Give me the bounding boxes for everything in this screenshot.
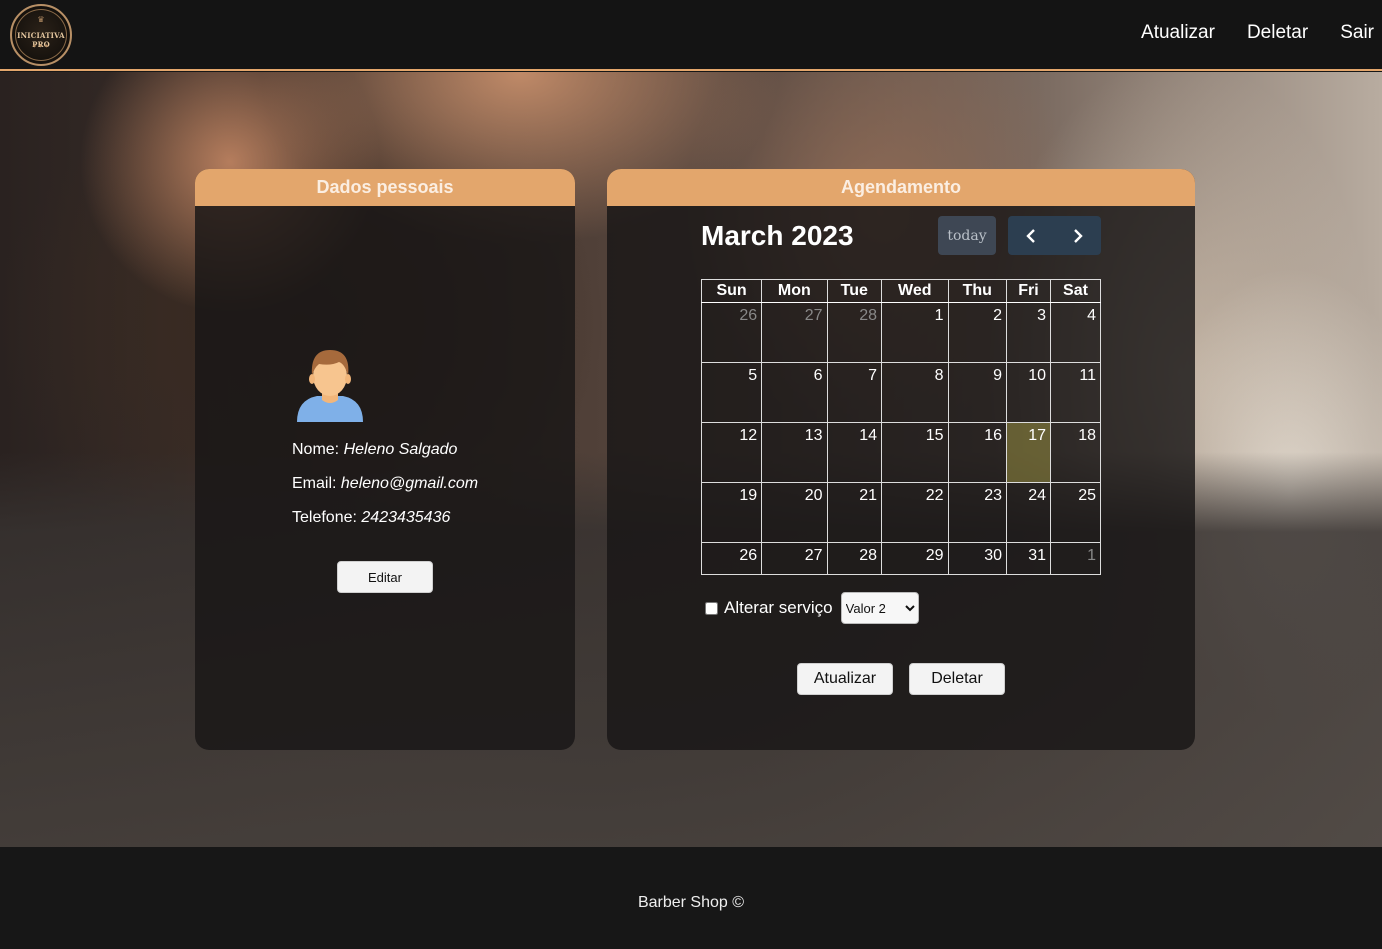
weekday-header: Sun: [700, 279, 763, 303]
calendar-day[interactable]: 12: [700, 422, 763, 483]
service-select[interactable]: Valor 2: [840, 592, 919, 624]
calendar-day[interactable]: 1: [881, 302, 949, 363]
calendar-day[interactable]: 29: [881, 542, 949, 575]
email-value: heleno@gmail.com: [340, 475, 479, 492]
calendar-day[interactable]: 9: [947, 362, 1008, 423]
calendar-week: 5 6 7 8 9 10 11: [700, 362, 1102, 423]
top-navbar: ♛ INICIATIVA PRO ✦✦✦ Atualizar Deletar S…: [0, 0, 1382, 71]
calendar-day[interactable]: 18: [1049, 422, 1102, 483]
change-service-checkbox[interactable]: [705, 601, 718, 615]
calendar-day[interactable]: 28: [826, 542, 883, 575]
nav-update-link[interactable]: Atualizar: [1141, 22, 1215, 44]
calendar-day[interactable]: 7: [826, 362, 883, 423]
calendar-day[interactable]: 31: [1006, 542, 1051, 575]
change-service-label: Alterar serviço: [724, 598, 833, 617]
weekday-header: Wed: [881, 279, 949, 303]
calendar-day[interactable]: 27: [761, 542, 828, 575]
user-avatar-icon: [297, 350, 363, 422]
calendar-nav: [1008, 216, 1101, 255]
edit-profile-button[interactable]: Editar: [337, 561, 433, 593]
calendar-day[interactable]: 16: [947, 422, 1008, 483]
name-value: Heleno Salgado: [343, 441, 458, 458]
prev-month-button[interactable]: [1008, 216, 1055, 255]
personal-data-panel: Dados pessoais Nome: Heleno Salgado Emai…: [195, 169, 575, 750]
weekday-header: Tue: [826, 279, 883, 303]
scheduling-panel: Agendamento March 2023 today Sun Mon Tue…: [607, 169, 1195, 750]
weekday-header: Fri: [1006, 279, 1051, 303]
scheduling-title: Agendamento: [607, 169, 1195, 206]
calendar-day[interactable]: 21: [826, 482, 883, 543]
calendar-week: 12 13 14 15 16 17 18: [700, 422, 1102, 483]
calendar-day[interactable]: 8: [881, 362, 949, 423]
crown-icon: ♛: [37, 15, 45, 24]
calendar-day[interactable]: 26: [700, 302, 763, 363]
weekday-header: Sat: [1049, 279, 1102, 303]
calendar-day[interactable]: 10: [1006, 362, 1051, 423]
nav-menu: Atualizar Deletar Sair: [1109, 22, 1374, 44]
calendar-day[interactable]: 3: [1006, 302, 1051, 363]
calendar-day[interactable]: 4: [1049, 302, 1102, 363]
calendar-day[interactable]: 2: [947, 302, 1008, 363]
calendar-day[interactable]: 26: [700, 542, 763, 575]
nav-logout-link[interactable]: Sair: [1340, 22, 1374, 44]
calendar-day[interactable]: 15: [881, 422, 949, 483]
calendar-day-today[interactable]: 17: [1006, 422, 1051, 483]
footer-copyright: Barber Shop ©: [637, 894, 745, 911]
weekday-header: Thu: [947, 279, 1008, 303]
calendar-day[interactable]: 11: [1049, 362, 1102, 423]
today-button[interactable]: today: [938, 216, 996, 255]
chevron-left-icon: [1026, 228, 1036, 243]
delete-appointment-button[interactable]: Deletar: [909, 663, 1005, 695]
calendar-day[interactable]: 13: [761, 422, 828, 483]
calendar-day[interactable]: 30: [947, 542, 1008, 575]
weekday-header: Mon: [761, 279, 828, 303]
profile-email-row: Email: heleno@gmail.com: [292, 475, 478, 493]
calendar-day[interactable]: 14: [826, 422, 883, 483]
calendar-day[interactable]: 27: [761, 302, 828, 363]
calendar-day[interactable]: 25: [1049, 482, 1102, 543]
calendar-day[interactable]: 28: [826, 302, 883, 363]
calendar-week: 26 27 28 29 30 31 1: [700, 542, 1102, 575]
nav-delete-link[interactable]: Deletar: [1247, 22, 1308, 44]
profile-name-row: Nome: Heleno Salgado: [292, 441, 457, 459]
next-month-button[interactable]: [1055, 216, 1102, 255]
phone-label: Telefone:: [292, 509, 357, 526]
service-row: Alterar serviço Valor 2: [705, 592, 919, 624]
name-label: Nome:: [292, 441, 340, 458]
calendar-day[interactable]: 20: [761, 482, 828, 543]
ornament-icon: ✦✦✦: [31, 44, 51, 50]
barbershop-logo[interactable]: ♛ INICIATIVA PRO ✦✦✦: [10, 4, 72, 66]
chevron-right-icon: [1073, 228, 1083, 243]
phone-value: 2423435436: [361, 509, 451, 526]
email-label: Email:: [292, 475, 337, 492]
calendar-week: 26 27 28 1 2 3 4: [700, 302, 1102, 363]
footer: Barber Shop ©: [0, 847, 1382, 949]
calendar-grid: Sun Mon Tue Wed Thu Fri Sat 26 27 28 1 2…: [700, 279, 1102, 575]
profile-phone-row: Telefone: 2423435436: [292, 509, 450, 527]
calendar-day[interactable]: 5: [700, 362, 763, 423]
calendar-month-title: March 2023: [701, 220, 854, 251]
update-appointment-button[interactable]: Atualizar: [797, 663, 893, 695]
calendar-day[interactable]: 19: [700, 482, 763, 543]
calendar-week: 19 20 21 22 23 24 25: [700, 482, 1102, 543]
calendar-day[interactable]: 22: [881, 482, 949, 543]
calendar-day[interactable]: 24: [1006, 482, 1051, 543]
calendar-day[interactable]: 23: [947, 482, 1008, 543]
calendar-day[interactable]: 1: [1049, 542, 1102, 575]
personal-data-title: Dados pessoais: [195, 169, 575, 206]
calendar-day[interactable]: 6: [761, 362, 828, 423]
